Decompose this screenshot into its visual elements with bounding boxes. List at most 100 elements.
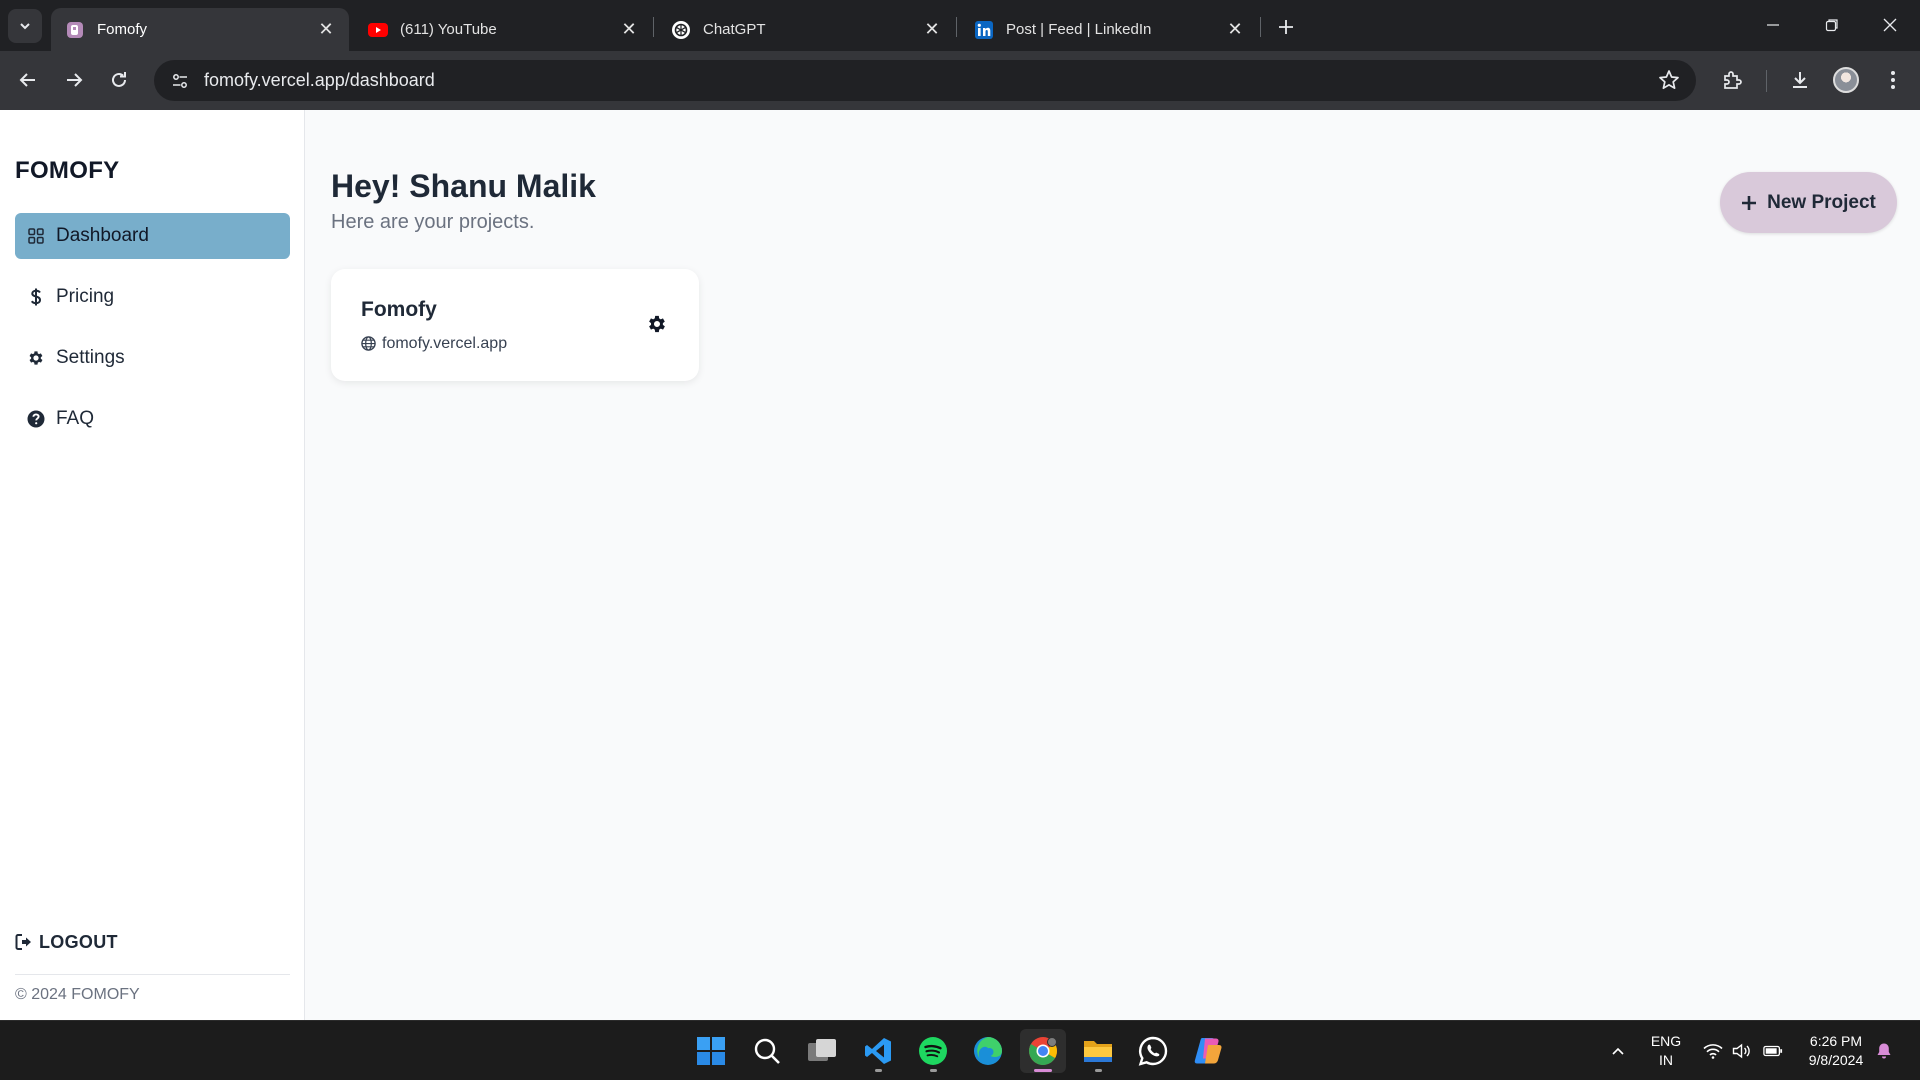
taskbar-app-whatsapp[interactable] [1130,1029,1176,1073]
chevron-down-icon [20,23,30,30]
show-hidden-icons-button[interactable] [1608,1041,1628,1061]
taskbar-app-vscode[interactable] [855,1029,901,1073]
chatgpt-icon [671,20,691,40]
kebab-menu-icon [1891,71,1895,89]
volume-icon[interactable] [1732,1041,1752,1061]
active-indicator [1034,1069,1052,1072]
toolbar-divider [1766,70,1767,92]
language-code: ENG [1650,1033,1682,1049]
restore-button[interactable] [1809,6,1855,44]
new-project-label: New Project [1767,191,1876,213]
search-icon [754,1038,780,1064]
project-domain[interactable]: fomofy.vercel.app [361,335,507,353]
address-bar[interactable]: fomofy.vercel.app/dashboard [154,60,1696,101]
taskbar-search-button[interactable] [744,1029,790,1073]
arrow-left-icon [19,73,35,87]
youtube-icon [368,20,388,40]
tab-linkedin[interactable]: Post | Feed | LinkedIn ✕ [960,8,1258,51]
minimize-icon [1767,24,1779,26]
page-subtitle: Here are your projects. [331,211,535,233]
chrome-icon [1029,1037,1057,1065]
project-card[interactable]: Fomofy fomofy.vercel.app [331,269,699,381]
tab-search-button[interactable] [8,9,42,43]
logout-button[interactable]: LOGOUT [15,932,118,953]
question-circle-icon [26,409,46,429]
close-icon[interactable]: ✕ [921,19,943,41]
avatar [1833,67,1859,93]
download-icon [1793,72,1807,88]
tab-separator [956,17,957,37]
tab-title: Fomofy [97,21,148,38]
running-indicator [1094,1069,1102,1072]
sidebar-item-label: Pricing [56,286,115,307]
site-info-icon[interactable] [160,61,200,101]
sidebar-item-dashboard[interactable]: Dashboard [15,213,290,259]
sidebar: FOMOFY Dashboard Pricing Settings FAQ LO… [0,110,305,1020]
profile-button[interactable] [1829,63,1863,97]
downloads-button[interactable] [1783,63,1817,97]
sidebar-item-label: FAQ [56,408,95,429]
new-tab-button[interactable] [1272,13,1300,41]
language-indicator[interactable]: ENG IN [1648,1032,1684,1070]
spotify-icon [919,1037,947,1065]
copyright-text: © 2024 FOMOFY [15,986,140,1003]
taskbar-app-spotify[interactable] [910,1029,956,1073]
notification-bell-icon[interactable] [1874,1041,1894,1061]
arrow-right-icon [67,73,83,87]
brand-logo[interactable]: FOMOFY [15,157,119,185]
sidebar-item-settings[interactable]: Settings [15,335,290,381]
edge-icon [974,1037,1002,1065]
close-icon [1883,18,1897,32]
fomofy-icon [65,20,85,40]
windows-start-button[interactable] [688,1029,734,1073]
close-window-button[interactable] [1867,6,1913,44]
windows-logo-icon [697,1037,725,1065]
globe-icon [361,336,377,352]
restore-icon [1825,19,1838,32]
tab-title: (611) YouTube [400,21,497,38]
plus-icon [1741,195,1757,211]
url-text[interactable]: fomofy.vercel.app/dashboard [204,70,435,91]
task-view-button[interactable] [799,1029,845,1073]
sidebar-item-pricing[interactable]: Pricing [15,274,290,320]
running-indicator [874,1069,882,1072]
tab-youtube[interactable]: (611) YouTube ✕ [354,8,652,51]
wifi-icon[interactable] [1703,1041,1723,1061]
gear-icon [26,348,46,368]
bookmark-star-icon[interactable] [1658,69,1680,91]
sidebar-item-faq[interactable]: FAQ [15,396,290,442]
tab-fomofy[interactable]: Fomofy ✕ [51,8,349,51]
web-app: FOMOFY Dashboard Pricing Settings FAQ LO… [0,110,1920,1020]
gear-icon[interactable] [646,313,668,335]
tab-separator [1260,17,1261,37]
browser-tab-strip: Fomofy ✕ (611) YouTube ✕ ChatGPT ✕ Post … [0,0,1920,51]
taskbar-app-edge[interactable] [965,1029,1011,1073]
extensions-button[interactable] [1715,63,1749,97]
taskbar-app-copilot[interactable] [1185,1029,1231,1073]
taskbar-app-chrome[interactable] [1020,1029,1066,1073]
project-name: Fomofy [361,298,437,321]
tab-chatgpt[interactable]: ChatGPT ✕ [657,8,955,51]
puzzle-icon [1724,71,1742,89]
close-icon[interactable]: ✕ [315,19,337,41]
minimize-button[interactable] [1750,6,1796,44]
reload-icon [112,72,126,87]
battery-icon[interactable] [1763,1041,1783,1061]
new-project-button[interactable]: New Project [1720,172,1897,233]
clock-date: 9/8/2024 [1808,1052,1864,1068]
sidebar-item-label: Dashboard [56,225,149,246]
clock[interactable]: 6:26 PM 9/8/2024 [1798,1032,1874,1070]
grid-icon [26,226,46,246]
forward-button[interactable] [57,63,91,97]
close-icon[interactable]: ✕ [618,19,640,41]
back-button[interactable] [11,63,45,97]
reload-button[interactable] [102,63,136,97]
taskbar-app-file-explorer[interactable] [1075,1029,1121,1073]
sidebar-divider [15,974,290,975]
page-title: Hey! Shanu Malik [331,168,596,204]
close-icon[interactable]: ✕ [1224,19,1246,41]
sidebar-item-label: Settings [56,347,125,368]
sidebar-nav: Dashboard Pricing Settings FAQ [15,213,290,457]
browser-menu-button[interactable] [1876,63,1910,97]
clock-time: 6:26 PM [1809,1033,1863,1049]
